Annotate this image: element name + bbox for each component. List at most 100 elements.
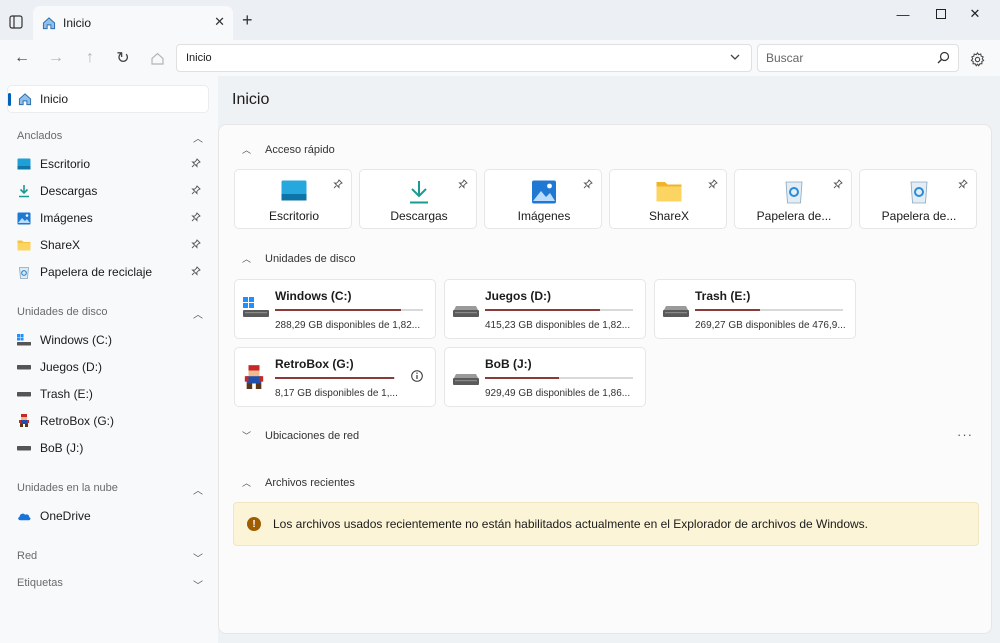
sidebar-item-sharex[interactable]: ShareX: [17, 234, 203, 256]
sidebar-item-windows-c[interactable]: Windows (C:): [17, 329, 203, 351]
home-nav-button[interactable]: [144, 45, 170, 71]
refresh-button[interactable]: ↻: [110, 45, 136, 71]
chevron-up-icon[interactable]: ︿: [242, 252, 260, 265]
drive-space-info: 929,49 GB disponibles de 1,86...: [485, 388, 631, 399]
sidebar-item-juegos-d[interactable]: Juegos (D:): [17, 356, 203, 378]
pin-icon[interactable]: [458, 178, 468, 192]
quick-access-label: Descargas: [390, 209, 448, 223]
drive-name: BoB (J:): [485, 357, 532, 371]
drive-usage-bar: [275, 377, 395, 379]
pin-icon[interactable]: [583, 178, 593, 192]
chevron-down-icon[interactable]: ﹀: [193, 550, 203, 565]
chevron-up-icon[interactable]: ︿: [193, 130, 203, 145]
pin-icon[interactable]: [708, 178, 718, 192]
sidebar-item-label: Papelera de reciclaje: [40, 265, 153, 279]
up-button[interactable]: ↑: [77, 45, 103, 71]
section-title: Unidades de disco: [265, 252, 356, 265]
folder-icon: [17, 238, 31, 252]
drive-card[interactable]: RetroBox (G:) 8,17 GB disponibles de 1,.…: [234, 347, 436, 407]
pin-icon[interactable]: [191, 157, 201, 171]
pin-icon[interactable]: [191, 238, 201, 252]
pin-icon[interactable]: [833, 178, 843, 192]
pin-icon[interactable]: [958, 178, 968, 192]
sidebar-item-label: Juegos (D:): [40, 360, 103, 374]
info-icon[interactable]: [411, 370, 423, 385]
quick-access-card[interactable]: ShareX: [609, 169, 727, 229]
quick-access-card[interactable]: Descargas: [359, 169, 477, 229]
sidebar-item-papelera[interactable]: Papelera de reciclaje: [17, 261, 203, 283]
quick-access-card[interactable]: Escritorio: [234, 169, 352, 229]
drive-usage-bar: [695, 309, 843, 311]
forward-button[interactable]: →: [43, 45, 69, 71]
drive-icon: [17, 441, 31, 455]
close-window-button[interactable]: ✕: [952, 0, 998, 28]
quick-access-label: Escritorio: [268, 209, 319, 223]
drive-usage-bar: [275, 309, 423, 311]
more-options-button[interactable]: ···: [957, 427, 973, 442]
section-label: Etiquetas: [17, 577, 63, 589]
sidebar-section-tags[interactable]: Etiquetas ﹀: [17, 577, 203, 592]
sidebar-section-network[interactable]: Red ﹀: [17, 550, 203, 565]
sidebar-item-imagenes[interactable]: Imágenes: [17, 207, 203, 229]
sidebar-item-label: Escritorio: [40, 157, 91, 171]
address-bar[interactable]: Inicio: [176, 44, 752, 72]
pin-icon[interactable]: [333, 178, 343, 192]
recycle-bin-icon: [781, 180, 807, 204]
pin-icon[interactable]: [191, 265, 201, 279]
sidebar-section-pinned[interactable]: Anclados ︿: [17, 130, 203, 145]
chevron-down-icon[interactable]: ﹀: [242, 429, 260, 442]
chevron-up-icon[interactable]: ︿: [242, 476, 260, 489]
tab-inicio[interactable]: Inicio ✕: [33, 6, 233, 40]
drive-card[interactable]: BoB (J:) 929,49 GB disponibles de 1,86..…: [444, 347, 646, 407]
section-network-locations[interactable]: ﹀ Ubicaciones de red: [242, 429, 359, 442]
sidebar-item-label: Imágenes: [40, 211, 93, 225]
drive-name: RetroBox (G:): [275, 357, 354, 371]
drive-card[interactable]: Juegos (D:) 415,23 GB disponibles de 1,8…: [444, 279, 646, 339]
search-icon[interactable]: [937, 51, 950, 67]
sidebar-item-home[interactable]: Inicio: [8, 86, 208, 112]
chevron-up-icon[interactable]: ︿: [242, 143, 260, 156]
drive-name: Windows (C:): [275, 289, 352, 303]
section-quick-access[interactable]: ︿ Acceso rápido: [242, 143, 335, 156]
close-tab-icon[interactable]: ✕: [214, 14, 225, 30]
sidebar-section-cloud[interactable]: Unidades en la nube ︿: [17, 482, 203, 497]
sidebar-item-descargas[interactable]: Descargas: [17, 180, 203, 202]
section-label: Anclados: [17, 130, 63, 142]
drive-icon: [663, 297, 689, 323]
sidebar-item-trash-e[interactable]: Trash (E:): [17, 383, 203, 405]
sidebar-item-retrobox-g[interactable]: RetroBox (G:): [17, 410, 203, 432]
tab-title: Inicio: [63, 16, 92, 30]
chevron-up-icon[interactable]: ︿: [193, 306, 203, 321]
search-input[interactable]: Buscar: [757, 44, 959, 72]
drive-usage-fill: [275, 309, 401, 311]
chevron-down-icon[interactable]: [729, 51, 741, 66]
quick-access-label: Papelera de...: [881, 209, 957, 223]
sidebar-item-bob-j[interactable]: BoB (J:): [17, 437, 203, 459]
chevron-up-icon[interactable]: ︿: [193, 482, 203, 497]
drive-card[interactable]: Trash (E:) 269,27 GB disponibles de 476,…: [654, 279, 856, 339]
quick-access-card[interactable]: Papelera de...: [859, 169, 977, 229]
desktop-icon: [281, 180, 307, 204]
chevron-down-icon[interactable]: ﹀: [193, 577, 203, 592]
tab-panel-icon[interactable]: [2, 8, 30, 36]
back-button[interactable]: ←: [9, 45, 35, 71]
drive-icon: [17, 360, 31, 374]
sidebar-item-escritorio[interactable]: Escritorio: [17, 153, 203, 175]
sidebar-section-drives[interactable]: Unidades de disco ︿: [17, 306, 203, 321]
pin-icon[interactable]: [191, 184, 201, 198]
navigation-bar: ← → ↑ ↻ Inicio Buscar: [0, 40, 1000, 76]
pin-icon[interactable]: [191, 211, 201, 225]
new-tab-button[interactable]: +: [242, 10, 253, 31]
quick-access-card[interactable]: Imágenes: [484, 169, 602, 229]
folder-icon: [656, 180, 682, 204]
section-drives[interactable]: ︿ Unidades de disco: [242, 252, 356, 265]
drive-card[interactable]: Windows (C:) 288,29 GB disponibles de 1,…: [234, 279, 436, 339]
drive-space-info: 288,29 GB disponibles de 1,82...: [275, 320, 421, 331]
drive-usage-fill: [275, 377, 394, 379]
settings-gear-icon[interactable]: [966, 48, 988, 70]
sidebar-item-onedrive[interactable]: OneDrive: [17, 505, 203, 527]
home-content: ︿ Acceso rápido Escritorio Descargas Imá…: [218, 124, 992, 634]
quick-access-card[interactable]: Papelera de...: [734, 169, 852, 229]
windows-drive-icon: [243, 297, 269, 323]
section-recent-files[interactable]: ︿ Archivos recientes: [242, 476, 355, 489]
